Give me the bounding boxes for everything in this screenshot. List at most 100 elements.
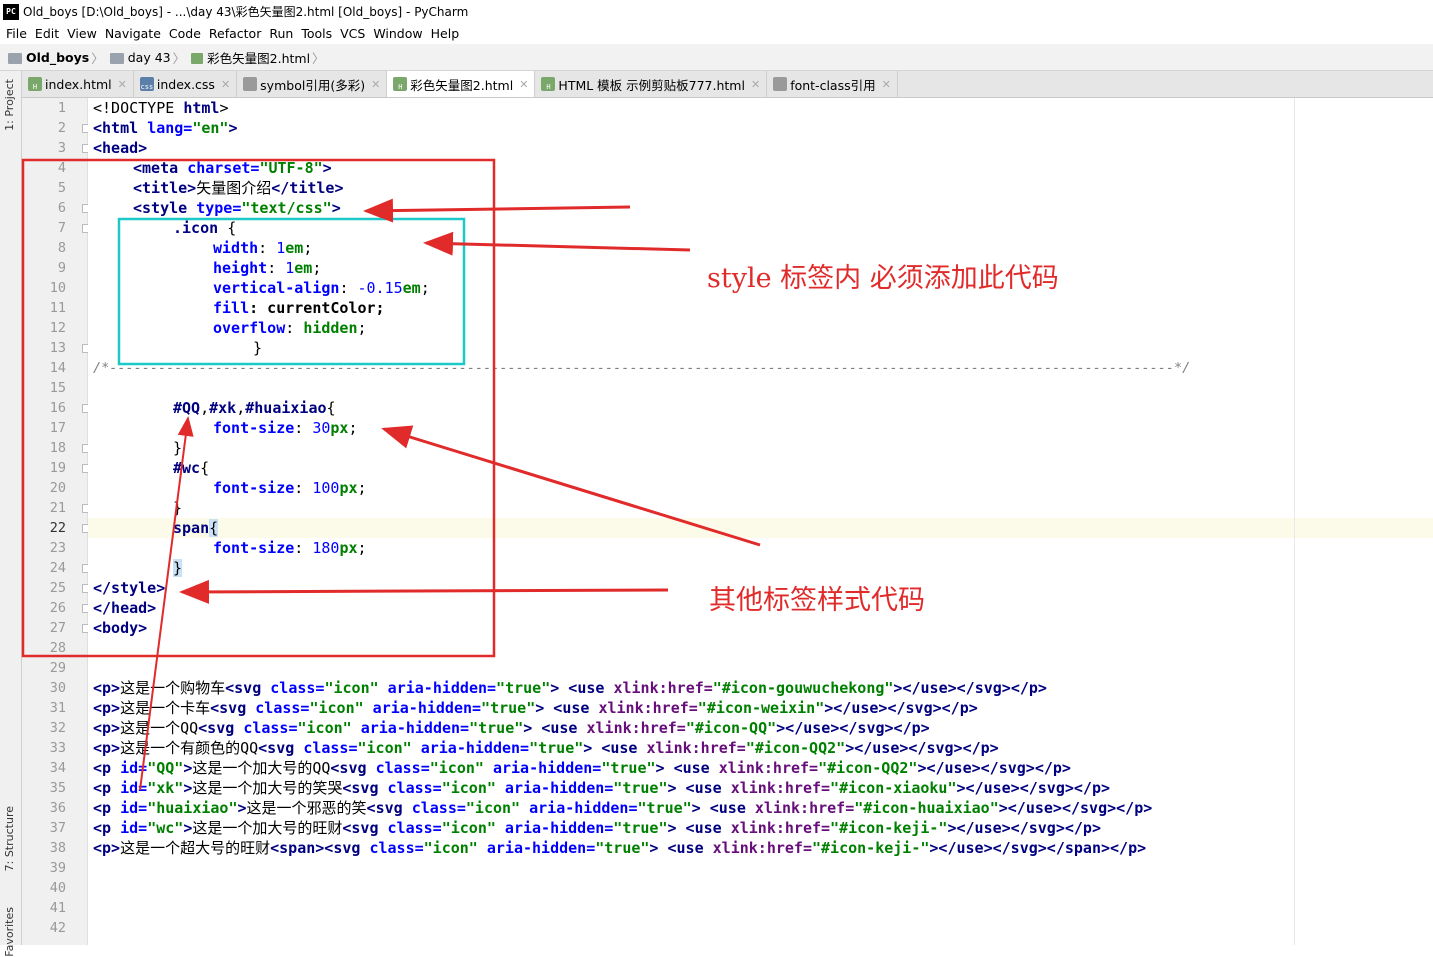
close-icon[interactable]: ✕ bbox=[371, 78, 380, 91]
line-number: 22 bbox=[49, 520, 66, 536]
line-number: 8 bbox=[57, 240, 66, 256]
tab-label: symbol引用(多彩) bbox=[260, 77, 366, 93]
code-line-35: <p id="xk">这是一个加大号的笑哭<svg class="icon" a… bbox=[93, 779, 1111, 797]
line-number: 35 bbox=[49, 780, 66, 796]
code-line-38: <p>这是一个超大号的旺财<span><svg class="icon" ari… bbox=[93, 839, 1147, 857]
close-icon[interactable]: ✕ bbox=[118, 78, 127, 91]
line-number: 19 bbox=[49, 460, 66, 476]
line-number: 15 bbox=[49, 380, 66, 396]
menu-window[interactable]: Window bbox=[373, 26, 422, 41]
menu-navigate[interactable]: Navigate bbox=[105, 26, 161, 41]
code-line-20: font-size: 100px; bbox=[213, 479, 367, 497]
project-tool-button[interactable]: 1: Project bbox=[3, 79, 16, 131]
line-number: 38 bbox=[49, 840, 66, 856]
line-number: 13 bbox=[49, 340, 66, 356]
line-number: 14 bbox=[49, 360, 66, 376]
code-line-12: overflow: hidden; bbox=[213, 319, 367, 337]
tab-current-file[interactable]: H 彩色矢量图2.html ✕ bbox=[387, 71, 536, 97]
favorites-tool-button[interactable]: Favorites bbox=[3, 907, 16, 957]
line-number: 18 bbox=[49, 440, 66, 456]
structure-tool-button[interactable]: 7: Structure bbox=[3, 806, 16, 871]
tab-template[interactable]: H HTML 模板 示例剪贴板777.html ✕ bbox=[535, 71, 768, 97]
menu-tools[interactable]: Tools bbox=[301, 26, 332, 41]
code-line-25: </style> bbox=[93, 579, 166, 597]
code-editor[interactable]: <!DOCTYPE html> <html lang="en"> <head> … bbox=[88, 98, 1433, 945]
menu-vcs[interactable]: VCS bbox=[340, 26, 365, 41]
file-icon bbox=[243, 77, 258, 91]
code-line-17: font-size: 30px; bbox=[213, 419, 358, 437]
close-icon[interactable]: ✕ bbox=[221, 78, 230, 91]
code-line-24: } bbox=[173, 559, 183, 577]
line-number: 32 bbox=[49, 720, 66, 736]
line-number-gutter: 1 2 3 4 5 6 7 8 9 10 11 12 13 14 15 16 17 18 19 20 21 22 23 24 2… bbox=[22, 98, 91, 945]
tab-index-css[interactable]: css index.css ✕ bbox=[134, 71, 238, 97]
menu-code[interactable]: Code bbox=[169, 26, 201, 41]
annotation-style-note: style 标签内 必须添加此代码 bbox=[707, 263, 1059, 294]
line-number: 11 bbox=[49, 300, 66, 316]
line-number: 6 bbox=[57, 200, 66, 216]
chevron-right-icon: 〉 bbox=[172, 50, 186, 66]
menu-bar: File Edit View Navigate Code Refactor Ru… bbox=[0, 23, 1433, 44]
line-number: 2 bbox=[57, 120, 66, 136]
code-line-21: } bbox=[173, 499, 183, 517]
code-line-34: <p id="QQ">这是一个加大号的QQ<svg class="icon" a… bbox=[93, 759, 1071, 777]
line-number: 31 bbox=[49, 700, 66, 716]
line-number: 26 bbox=[49, 600, 66, 616]
line-number: 16 bbox=[49, 400, 66, 416]
line-number: 20 bbox=[49, 480, 66, 496]
line-number: 29 bbox=[49, 660, 66, 676]
line-number: 1 bbox=[57, 100, 66, 116]
close-icon[interactable]: ✕ bbox=[751, 78, 760, 91]
line-number: 9 bbox=[57, 260, 66, 276]
breadcrumb-project[interactable]: Old_boys bbox=[26, 50, 89, 65]
html-file-icon bbox=[191, 52, 204, 64]
line-number: 36 bbox=[49, 800, 66, 816]
code-line-18: } bbox=[173, 439, 183, 457]
html-file-icon: H bbox=[28, 77, 42, 91]
code-line-14: /*--------------------------------------… bbox=[93, 360, 1191, 376]
folder-icon bbox=[8, 52, 22, 64]
menu-run[interactable]: Run bbox=[269, 26, 293, 41]
code-line-37: <p id="wc">这是一个加大号的旺财<svg class="icon" a… bbox=[93, 819, 1101, 837]
tab-label: index.css bbox=[156, 76, 215, 92]
code-line-1: <!DOCTYPE html> bbox=[93, 99, 229, 117]
window-title: Old_boys [D:\Old_boys] - ...\day 43\彩色矢量… bbox=[23, 5, 469, 19]
line-number: 39 bbox=[49, 860, 66, 876]
tab-symbol[interactable]: symbol引用(多彩) ✕ bbox=[237, 71, 388, 97]
menu-file[interactable]: File bbox=[6, 26, 27, 41]
html-file-icon: H bbox=[393, 77, 408, 91]
pycharm-app-icon: PC bbox=[3, 3, 19, 20]
code-line-16: #QQ,#xk,#huaixiao{ bbox=[173, 399, 336, 417]
editor-tab-bar: H index.html ✕ css index.css ✕ symbol引用(… bbox=[22, 71, 1433, 98]
tab-font-class[interactable]: font-class引用 ✕ bbox=[767, 71, 898, 97]
breadcrumb-file[interactable]: 彩色矢量图2.html bbox=[207, 48, 310, 67]
line-number: 37 bbox=[49, 820, 66, 836]
line-number: 27 bbox=[49, 620, 66, 636]
menu-edit[interactable]: Edit bbox=[35, 26, 59, 41]
line-number: 28 bbox=[49, 640, 66, 656]
line-number: 12 bbox=[49, 320, 66, 336]
close-icon[interactable]: ✕ bbox=[882, 78, 891, 91]
code-line-31: <p>这是一个卡车<svg class="icon" aria-hidden="… bbox=[93, 699, 978, 717]
folder-icon bbox=[109, 52, 124, 64]
code-line-19: #wc{ bbox=[173, 459, 210, 477]
menu-view[interactable]: View bbox=[67, 26, 97, 41]
line-number: 23 bbox=[49, 540, 66, 556]
line-number: 33 bbox=[49, 740, 66, 756]
menu-refactor[interactable]: Refactor bbox=[209, 26, 261, 41]
right-margin-guide bbox=[1294, 98, 1295, 945]
line-number: 41 bbox=[49, 900, 66, 916]
code-line-8: width: 1em; bbox=[213, 239, 313, 257]
code-line-23: font-size: 180px; bbox=[213, 539, 367, 557]
code-line-10: vertical-align: -0.15em; bbox=[213, 279, 430, 297]
code-line-33: <p>这是一个有颜色的QQ<svg class="icon" aria-hidd… bbox=[93, 739, 999, 757]
breadcrumb-folder[interactable]: day 43 bbox=[128, 50, 171, 65]
annotation-other-note: 其他标签样式代码 bbox=[709, 585, 925, 616]
line-number: 30 bbox=[49, 680, 66, 696]
menu-help[interactable]: Help bbox=[431, 26, 460, 41]
html-file-icon: H bbox=[541, 77, 556, 91]
line-number: 10 bbox=[49, 280, 66, 296]
chevron-right-icon: 〉 bbox=[91, 50, 104, 66]
tab-index-html[interactable]: H index.html ✕ bbox=[22, 71, 134, 97]
close-icon[interactable]: ✕ bbox=[519, 78, 528, 91]
